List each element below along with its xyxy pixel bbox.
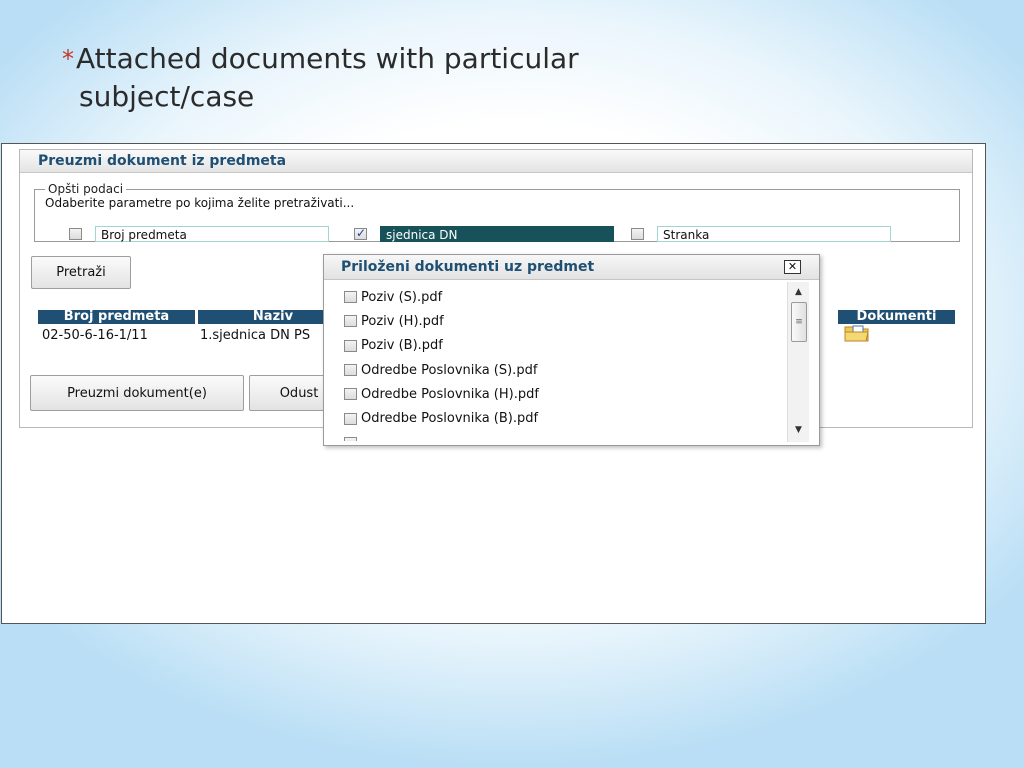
bullet-star: * [62,45,74,73]
sjednica-field[interactable]: sjednica DN [380,226,614,242]
dialog-scrollbar[interactable]: ▲ ≡ ▼ [787,282,809,442]
list-item[interactable]: Odredbe Poslovnika (H).pdf [344,382,774,406]
list-item[interactable]: Poziv (B).pdf [344,334,774,358]
title-line-1: Attached documents with particular [76,42,579,75]
document-checkbox[interactable] [344,412,357,425]
documents-folder-icon[interactable] [844,324,870,342]
title-line-2: subject/case [79,80,255,113]
document-name: Poziv (S).pdf [361,289,443,305]
document-name: Odredbe Poslovnika (S).pdf [361,362,538,378]
close-icon[interactable]: ✕ [784,260,801,274]
scroll-thumb[interactable]: ≡ [791,302,807,342]
param-broj-predmeta: Broj predmeta [69,226,329,242]
broj-predmeta-checkbox[interactable] [69,228,82,240]
document-checkbox[interactable] [344,315,357,328]
cell-broj-predmeta: 02-50-6-16-1/11 [42,328,148,343]
document-name: Odredbe Poslovnika (H).pdf [361,386,539,402]
sjednica-checkbox[interactable] [354,226,367,240]
document-checkbox[interactable] [344,436,357,441]
dialog-header: Priloženi dokumenti uz predmet ✕ [324,255,819,280]
slide-title: *Attached documents with particular subj… [62,40,662,116]
stranka-field[interactable]: Stranka [657,226,891,242]
col-header-dokumenti[interactable]: Dokumenti [838,310,955,324]
fieldset-legend: Opšti podaci [48,182,124,196]
cell-naziv: 1.sjednica DN PS [200,328,311,343]
list-item[interactable]: Poziv (S).pdf [344,285,774,309]
dialog-title: Priloženi dokumenti uz predmet [341,259,595,275]
list-item[interactable]: Poziv (H).pdf [344,309,774,333]
stranka-checkbox[interactable] [631,228,644,240]
document-checkbox[interactable] [344,291,357,304]
document-checkbox[interactable] [344,364,357,377]
download-documents-button[interactable]: Preuzmi dokument(e) [30,375,244,411]
col-header-broj[interactable]: Broj predmeta [38,310,195,324]
document-checkbox[interactable] [344,339,357,352]
general-data-fieldset: Opšti podaci Odaberite parametre po koji… [34,182,960,242]
search-instruction: Odaberite parametre po kojima želite pre… [45,196,355,210]
attached-documents-dialog: Priloženi dokumenti uz predmet ✕ Poziv (… [323,254,820,446]
panel-title: Preuzmi dokument iz predmeta [20,150,972,173]
list-item[interactable]: Odredbe Poslovnika (B).pdf [344,406,774,430]
document-name: Poziv (B).pdf [361,338,443,354]
document-name: Poziv (H).pdf [361,313,444,329]
broj-predmeta-field[interactable]: Broj predmeta [95,226,329,242]
document-checkbox[interactable] [344,388,357,401]
param-stranka: Stranka [631,226,891,242]
list-item-partial[interactable] [344,431,774,441]
param-sjednica: sjednica DN [354,226,614,242]
scroll-up-icon[interactable]: ▲ [788,284,809,300]
document-list: Poziv (S).pdf Poziv (H).pdf Poziv (B).pd… [344,285,774,441]
scroll-down-icon[interactable]: ▼ [788,422,809,438]
search-button[interactable]: Pretraži [31,256,131,289]
document-name: Odredbe Poslovnika (B).pdf [361,411,539,427]
list-item[interactable]: Odredbe Poslovnika (S).pdf [344,358,774,382]
